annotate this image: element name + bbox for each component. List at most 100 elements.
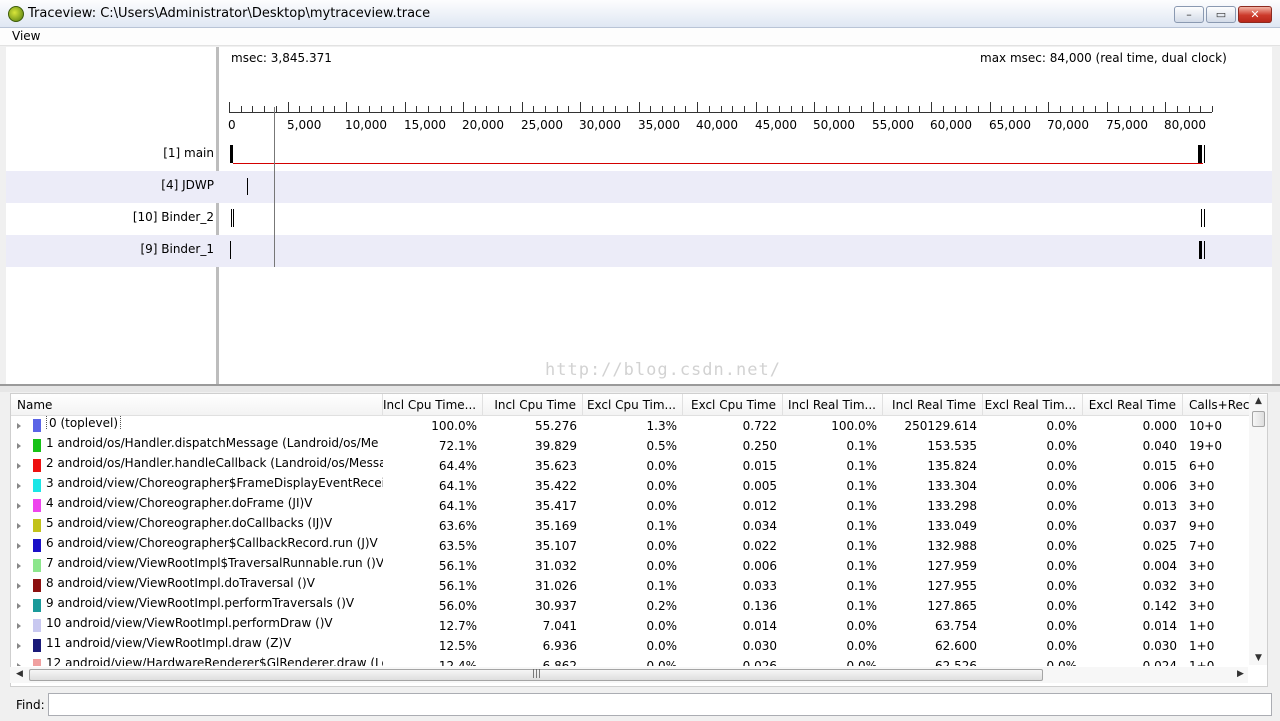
find-input[interactable]: [48, 693, 1272, 716]
table-row[interactable]: 7 android/view/ViewRootImpl$TraversalRun…: [11, 556, 1251, 576]
column-header-incl-cpu[interactable]: Incl Cpu Time: [483, 394, 583, 416]
table-cell: 0.0%: [646, 639, 678, 653]
table-cell: 1+0: [1189, 639, 1215, 653]
expand-arrow-icon[interactable]: [17, 543, 21, 549]
table-cell: 100.0%: [831, 419, 877, 433]
trace-mark: [230, 241, 231, 259]
table-row[interactable]: 2 android/os/Handler.handleCallback (Lan…: [11, 456, 1251, 476]
scroll-right-arrow-icon[interactable]: ▶: [1237, 669, 1244, 679]
table-cell: 62.600: [935, 639, 977, 653]
method-name-cell: 5 android/view/Choreographer.doCallbacks…: [46, 516, 383, 530]
scroll-left-arrow-icon[interactable]: ◀: [16, 669, 23, 679]
table-row[interactable]: 9 android/view/ViewRootImpl.performTrave…: [11, 596, 1251, 616]
traceview-app-icon: [8, 6, 24, 22]
table-cell: 0.1%: [846, 519, 878, 533]
thread-row-jdwp[interactable]: [4] JDWP: [6, 171, 1272, 203]
method-name-cell: 9 android/view/ViewRootImpl.performTrave…: [46, 596, 383, 610]
thread-row-binder2[interactable]: [10] Binder_2: [6, 203, 1272, 235]
ruler-tick: [346, 102, 347, 112]
expand-arrow-icon[interactable]: [17, 523, 21, 529]
table-cell: 39.829: [535, 439, 577, 453]
method-name-text: 2 android/os/Handler.handleCallback (Lan…: [46, 456, 383, 470]
maximize-icon: ▭: [1215, 8, 1227, 21]
time-cursor-line[interactable]: [274, 107, 275, 267]
table-cell: 0.1%: [846, 559, 878, 573]
column-header-name[interactable]: Name: [11, 394, 383, 416]
table-row[interactable]: 5 android/view/Choreographer.doCallbacks…: [11, 516, 1251, 536]
minimize-button[interactable]: –: [1174, 6, 1204, 23]
menu-bar: [0, 28, 1280, 46]
current-msec-readout: msec: 3,845.371: [231, 51, 332, 65]
ruler-tick-label: 20,000: [462, 118, 504, 132]
menu-view[interactable]: View: [12, 29, 40, 43]
close-button[interactable]: ✕: [1238, 6, 1272, 23]
column-header-calls[interactable]: Calls+Recu...: [1183, 394, 1251, 416]
thread-row-main[interactable]: [1] main: [6, 139, 1272, 171]
ruler-tick: [990, 102, 991, 112]
table-row[interactable]: 8 android/view/ViewRootImpl.doTraversal …: [11, 576, 1251, 596]
close-icon: ✕: [1250, 8, 1260, 21]
table-row[interactable]: 6 android/view/Choreographer$CallbackRec…: [11, 536, 1251, 556]
trace-mark: [1204, 241, 1205, 259]
expand-arrow-icon[interactable]: [17, 463, 21, 469]
table-cell: 0.1%: [846, 539, 878, 553]
expand-arrow-icon[interactable]: [17, 423, 21, 429]
scroll-up-arrow-icon[interactable]: ▲: [1255, 396, 1262, 406]
pane-divider[interactable]: [0, 384, 1280, 392]
expand-arrow-icon[interactable]: [17, 663, 21, 666]
table-cell: 3+0: [1189, 579, 1215, 593]
expand-arrow-icon[interactable]: [17, 483, 21, 489]
profile-table[interactable]: Name Incl Cpu Time... Incl Cpu Time Excl…: [10, 393, 1268, 687]
table-cell: 0.013: [1142, 499, 1177, 513]
table-cell: 64.4%: [438, 459, 477, 473]
table-cell: 12.5%: [438, 639, 477, 653]
table-cell: 0.0%: [646, 539, 678, 553]
method-color-swatch: [33, 519, 41, 532]
method-name-text: 10 android/view/ViewRootImpl.performDraw…: [46, 616, 333, 630]
table-row[interactable]: 12 android/view/HardwareRenderer$GlRende…: [11, 656, 1251, 666]
trace-mark: [231, 209, 232, 227]
expand-arrow-icon[interactable]: [17, 603, 21, 609]
table-row[interactable]: 4 android/view/Choreographer.doFrame (JI…: [11, 496, 1251, 516]
table-row[interactable]: 1 android/os/Handler.dispatchMessage (La…: [11, 436, 1251, 456]
table-cell: 0.0%: [1046, 419, 1078, 433]
column-header-excl-cpu[interactable]: Excl Cpu Time: [683, 394, 783, 416]
vertical-scroll-thumb[interactable]: [1252, 411, 1265, 427]
table-cell: 3+0: [1189, 499, 1215, 513]
table-row[interactable]: 0 (toplevel) 100.0% 55.276 1.3% 0.722 100.0% 2…: [11, 416, 1251, 436]
table-cell: 0.0%: [1046, 539, 1078, 553]
table-cell: 0.0%: [646, 659, 678, 666]
table-row[interactable]: 10 android/view/ViewRootImpl.performDraw…: [11, 616, 1251, 636]
column-header-incl-cpu-pct[interactable]: Incl Cpu Time...: [383, 394, 483, 416]
expand-arrow-icon[interactable]: [17, 443, 21, 449]
thread-label: [9] Binder_1: [140, 242, 214, 256]
table-cell: 0.0%: [1046, 599, 1078, 613]
column-header-excl-real-pct[interactable]: Excl Real Tim...: [983, 394, 1083, 416]
table-cell: 0.015: [742, 459, 777, 473]
table-cell: 56.0%: [438, 599, 477, 613]
table-vertical-scrollbar[interactable]: [1249, 395, 1267, 665]
method-name-text: 6 android/view/Choreographer$CallbackRec…: [46, 536, 378, 550]
table-row[interactable]: 11 android/view/ViewRootImpl.draw (Z)V 12…: [11, 636, 1251, 656]
expand-arrow-icon[interactable]: [17, 643, 21, 649]
ruler-tick: [463, 102, 464, 112]
ruler-tick-label: 50,000: [813, 118, 855, 132]
thread-label: [4] JDWP: [161, 178, 214, 192]
column-header-incl-real[interactable]: Incl Real Time: [883, 394, 983, 416]
table-cell: 0.0%: [1046, 459, 1078, 473]
expand-arrow-icon[interactable]: [17, 503, 21, 509]
column-header-incl-real-pct[interactable]: Incl Real Tim...: [783, 394, 883, 416]
column-header-excl-real[interactable]: Excl Real Time: [1083, 394, 1183, 416]
table-cell: 72.1%: [438, 439, 477, 453]
scroll-down-arrow-icon[interactable]: ▼: [1255, 653, 1262, 663]
column-header-excl-cpu-pct[interactable]: Excl Cpu Tim...: [583, 394, 683, 416]
table-cell: 127.959: [927, 559, 977, 573]
time-ruler[interactable]: 0 5,000 10,000 15,000 20,000 25,000 30,000 35,0…: [228, 100, 1214, 140]
table-cell: 0.014: [742, 619, 777, 633]
expand-arrow-icon[interactable]: [17, 583, 21, 589]
maximize-button[interactable]: ▭: [1206, 6, 1236, 23]
table-row[interactable]: 3 android/view/Choreographer$FrameDispla…: [11, 476, 1251, 496]
thread-row-binder1[interactable]: [9] Binder_1: [6, 235, 1272, 267]
expand-arrow-icon[interactable]: [17, 563, 21, 569]
expand-arrow-icon[interactable]: [17, 623, 21, 629]
